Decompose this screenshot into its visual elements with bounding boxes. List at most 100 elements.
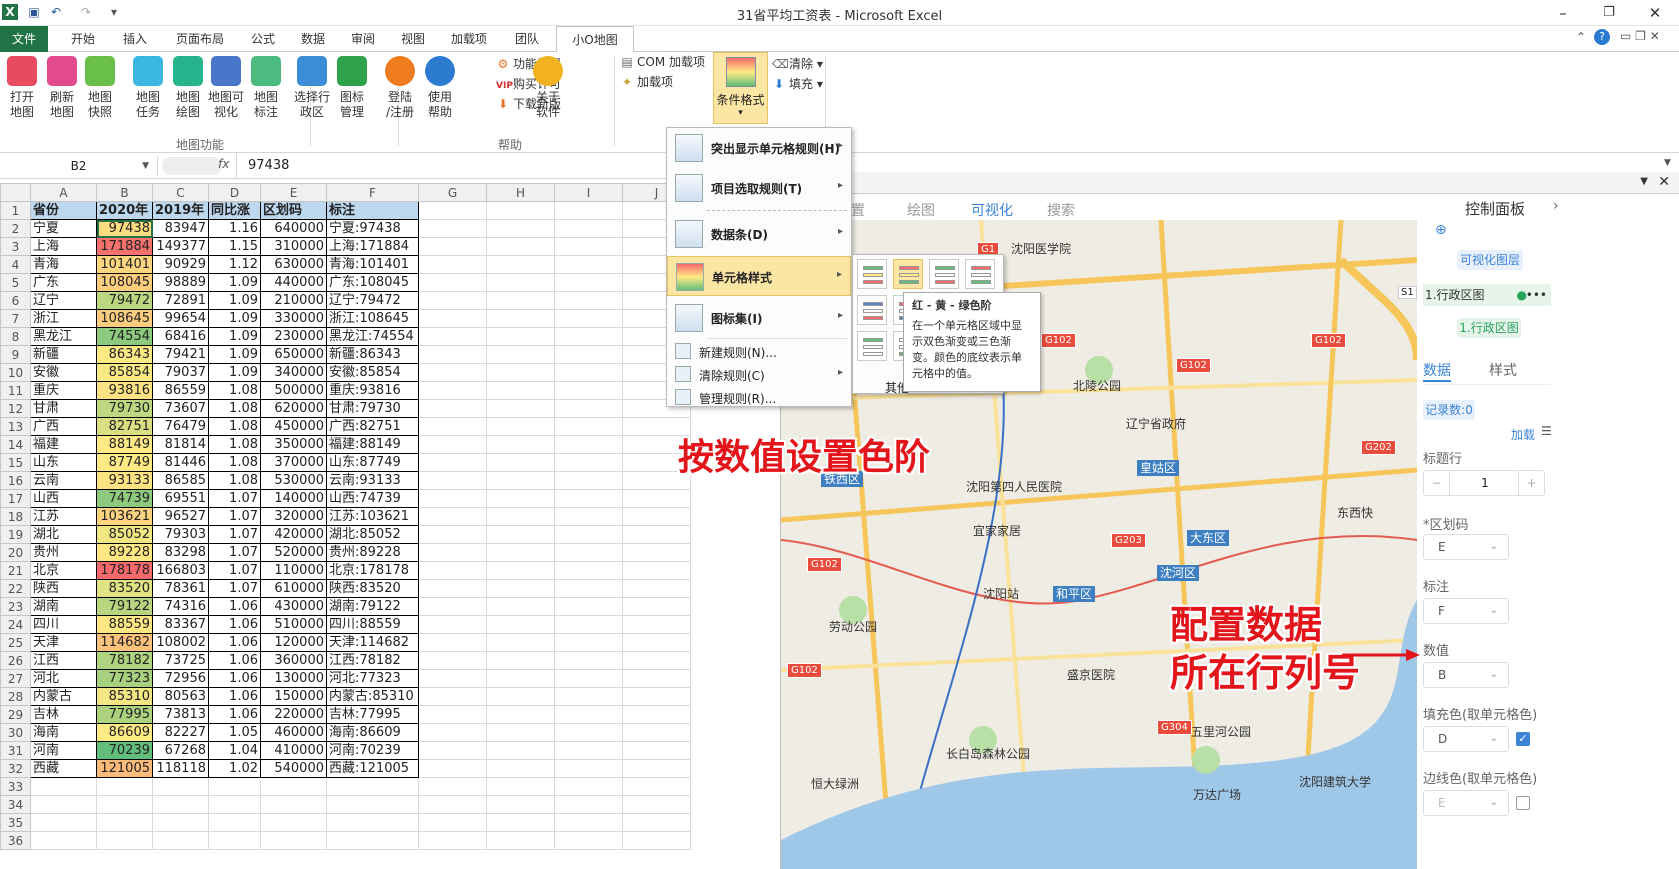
cf-menu-small-item[interactable]: 清除规则(C) ▸ — [667, 363, 851, 385]
cell[interactable]: 460000 — [260, 723, 327, 742]
cell[interactable]: 79730 — [96, 399, 153, 418]
cell[interactable]: 1.07 — [208, 561, 261, 580]
panel-menu-icon[interactable]: ▼ — [1640, 176, 1648, 187]
cell[interactable] — [260, 795, 327, 814]
cell[interactable]: 82227 — [152, 723, 209, 742]
cell[interactable] — [96, 777, 153, 796]
select-all-corner[interactable] — [0, 183, 31, 202]
cell[interactable]: 辽宁:79472 — [326, 291, 419, 310]
cell[interactable] — [418, 399, 487, 418]
cell[interactable] — [486, 489, 555, 508]
cell[interactable] — [96, 813, 153, 832]
cell[interactable] — [486, 309, 555, 328]
cell[interactable]: 510000 — [260, 615, 327, 634]
cell[interactable] — [418, 615, 487, 634]
cell[interactable] — [554, 237, 623, 256]
cell[interactable]: 650000 — [260, 345, 327, 364]
column-header[interactable]: H — [486, 183, 555, 202]
cell[interactable] — [418, 327, 487, 346]
cf-menu-item[interactable]: 突出显示单元格规则(H) ▸ — [667, 128, 851, 168]
cell[interactable] — [554, 417, 623, 436]
cell[interactable]: 吉林 — [30, 705, 97, 724]
color-scale-swatch[interactable] — [857, 331, 887, 361]
cell[interactable]: 330000 — [260, 309, 327, 328]
cell[interactable]: 114682 — [96, 633, 153, 652]
cell[interactable]: 83947 — [152, 219, 209, 238]
cell[interactable] — [554, 381, 623, 400]
cell[interactable]: 青海:101401 — [326, 255, 419, 274]
row-header[interactable]: 36 — [0, 831, 31, 850]
cell[interactable] — [554, 309, 623, 328]
cf-menu-small-item[interactable]: 管理规则(R)... — [667, 386, 851, 408]
cell[interactable]: 河南 — [30, 741, 97, 760]
cell[interactable]: 湖北 — [30, 525, 97, 544]
border-color-select[interactable]: E ⌄ — [1423, 790, 1509, 816]
cell[interactable] — [418, 705, 487, 724]
cell[interactable]: 210000 — [260, 291, 327, 310]
cell[interactable]: 江西 — [30, 651, 97, 670]
cell[interactable]: 1.06 — [208, 597, 261, 616]
cell[interactable]: 79303 — [152, 525, 209, 544]
cell[interactable]: 93816 — [96, 381, 153, 400]
cell[interactable] — [486, 219, 555, 238]
cell[interactable]: 73725 — [152, 651, 209, 670]
cell[interactable]: 湖南 — [30, 597, 97, 616]
cell[interactable] — [622, 507, 691, 526]
tab-home[interactable]: 开始 — [58, 26, 108, 52]
cell[interactable]: 230000 — [260, 327, 327, 346]
cf-menu-item[interactable]: 图标集(I) ▸ — [667, 298, 851, 338]
cell[interactable]: 河北:77323 — [326, 669, 419, 688]
cell[interactable] — [486, 255, 555, 274]
cell[interactable]: 山西 — [30, 489, 97, 508]
cell[interactable]: 北京:178178 — [326, 561, 419, 580]
cell[interactable]: 80563 — [152, 687, 209, 706]
ribbon-button-marker[interactable]: 图标 管理 — [332, 56, 372, 120]
add-icon[interactable]: ⊕ — [1435, 222, 1447, 238]
cell[interactable] — [486, 615, 555, 634]
cell[interactable] — [622, 831, 691, 850]
cell[interactable]: 1.15 — [208, 237, 261, 256]
cell[interactable]: 110000 — [260, 561, 327, 580]
cell[interactable]: 530000 — [260, 471, 327, 490]
cell[interactable] — [554, 327, 623, 346]
cell[interactable] — [622, 543, 691, 562]
cell[interactable]: 1.04 — [208, 741, 261, 760]
cell[interactable] — [622, 777, 691, 796]
cell[interactable]: 83520 — [96, 579, 153, 598]
cell[interactable] — [326, 777, 419, 796]
cell[interactable]: 79472 — [96, 291, 153, 310]
cell[interactable] — [486, 597, 555, 616]
cell[interactable] — [418, 363, 487, 382]
cell[interactable]: 121005 — [96, 759, 153, 778]
row-header[interactable]: 12 — [0, 399, 31, 418]
cell[interactable]: 166803 — [152, 561, 209, 580]
cell[interactable]: 甘肃 — [30, 399, 97, 418]
cell[interactable]: 77323 — [96, 669, 153, 688]
cell[interactable] — [486, 381, 555, 400]
collapse-ribbon-icon[interactable]: ⌃ — [1576, 30, 1586, 44]
cell[interactable] — [152, 813, 209, 832]
cell[interactable] — [622, 525, 691, 544]
cell[interactable]: 1.07 — [208, 525, 261, 544]
nav-search[interactable]: 搜索 — [1047, 200, 1075, 220]
ribbon-button-flower[interactable]: 打开 地图 — [2, 56, 42, 120]
cell[interactable] — [622, 579, 691, 598]
cell[interactable] — [486, 633, 555, 652]
cell[interactable]: 1.09 — [208, 327, 261, 346]
label-select[interactable]: F ⌄ — [1423, 598, 1509, 624]
column-header[interactable]: D — [208, 183, 261, 202]
nav-visualize[interactable]: 可视化 — [971, 200, 1013, 220]
row-header[interactable]: 7 — [0, 309, 31, 328]
cell[interactable] — [418, 777, 487, 796]
cell[interactable]: 85310 — [96, 687, 153, 706]
cell[interactable] — [554, 219, 623, 238]
cell[interactable]: 74316 — [152, 597, 209, 616]
cell[interactable]: 610000 — [260, 579, 327, 598]
row-header[interactable]: 35 — [0, 813, 31, 832]
border-color-checkbox[interactable] — [1516, 796, 1530, 810]
cell[interactable] — [554, 435, 623, 454]
ribbon-button-refresh[interactable]: 刷新 地图 — [42, 56, 82, 120]
cell[interactable]: 99654 — [152, 309, 209, 328]
ribbon-button-info[interactable]: 关于 软件 — [528, 56, 568, 120]
cell[interactable]: 天津:114682 — [326, 633, 419, 652]
